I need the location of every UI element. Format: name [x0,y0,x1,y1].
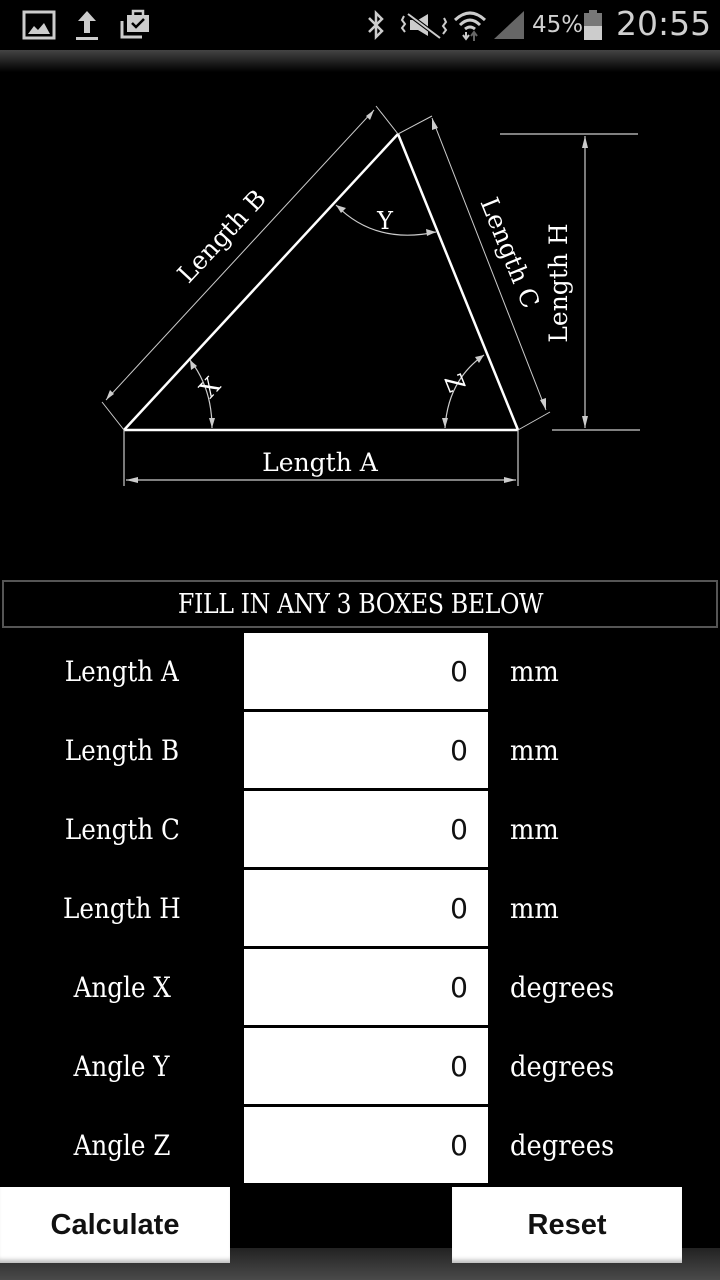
dim-b-line [105,109,375,401]
wifi-icon [452,8,488,42]
row-length-a: Length A mm [0,632,720,711]
triangle-diagram: Length A Length B Length C Length H X Y … [101,105,640,486]
row-length-b: Length B mm [0,711,720,790]
calculate-button[interactable]: Calculate [0,1187,230,1263]
length-b-input[interactable] [244,712,488,788]
shopping-bag-check-icon [118,8,152,42]
field-label: Angle Y [73,1050,171,1083]
label-angle-y: Y [376,207,394,235]
reset-button[interactable]: Reset [452,1187,682,1263]
row-length-h: Length H mm [0,869,720,948]
field-label: Length A [65,655,179,688]
dim-b-extension-top [375,105,399,135]
field-label: Length C [64,813,180,846]
dim-c-extension-top [397,115,433,135]
label-length-a: Length A [262,448,379,477]
dim-h-arrow-bottom [582,416,588,428]
row-angle-z: Angle Z degrees [0,1106,720,1185]
angle-z-input[interactable] [244,1107,488,1183]
instruction-text: FILL IN ANY 3 BOXES BELOW [177,588,543,620]
gallery-icon [22,8,56,42]
status-bar: 45% 20:55 [0,0,720,50]
dim-a-arrow-right [504,477,516,483]
bluetooth-icon [364,8,388,42]
dim-c-extension-bottom [517,411,551,431]
field-label: Length H [63,892,181,925]
field-label: Angle Z [73,1129,171,1162]
action-bar-shadow [0,50,720,72]
dim-b-extension-bottom [101,401,125,431]
length-h-input[interactable] [244,870,488,946]
dim-b-arrow-top [366,110,374,120]
row-angle-y: Angle Y degrees [0,1027,720,1106]
field-label: Length B [64,734,180,767]
dim-a-arrow-left [126,477,138,483]
field-unit: degrees [510,971,615,1004]
vibrate-mute-icon [400,8,448,42]
battery-percent: 45% [532,12,584,38]
length-a-input[interactable] [244,633,488,709]
instruction-banner: FILL IN ANY 3 BOXES BELOW [2,580,718,628]
field-unit: mm [510,655,559,688]
field-unit: degrees [510,1129,615,1162]
side-b-line [123,133,399,431]
battery-icon [582,8,604,42]
field-unit: mm [510,734,559,767]
row-angle-x: Angle X degrees [0,948,720,1027]
label-angle-z: Z [438,370,470,396]
dim-h-arrow-top [582,136,588,148]
field-unit: degrees [510,1050,615,1083]
upload-icon [74,8,100,42]
row-length-c: Length C mm [0,790,720,869]
field-label: Angle X [73,971,171,1004]
length-c-input[interactable] [244,791,488,867]
field-unit: mm [510,892,559,925]
angle-y-input[interactable] [244,1028,488,1104]
dim-b-arrow-bottom [106,390,114,400]
label-angle-x: X [194,372,226,404]
signal-icon [492,8,526,42]
dim-c-arrow-top [432,118,438,130]
field-unit: mm [510,813,559,846]
angle-x-input[interactable] [244,949,488,1025]
dim-c-arrow-bottom [540,398,546,410]
clock: 20:55 [616,4,712,43]
label-length-h: Length H [544,223,573,342]
